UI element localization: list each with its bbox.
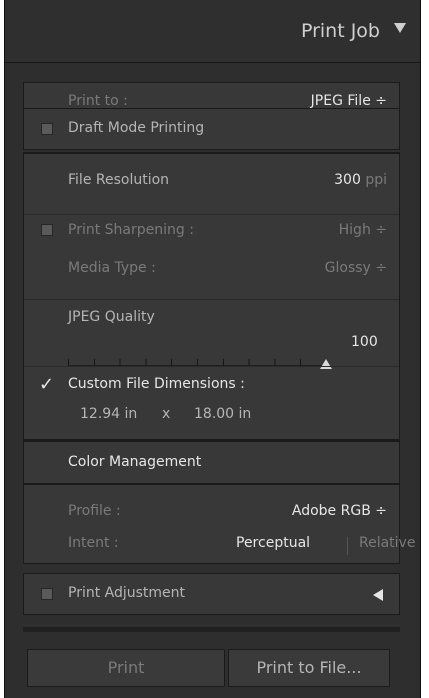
panel-title: Print Job	[300, 20, 380, 42]
jpeg-quality-value[interactable]: 100	[351, 334, 378, 350]
divider	[24, 214, 399, 215]
file-resolution-value: 300	[334, 172, 361, 188]
print-to-file-button[interactable]: Print to File...	[228, 649, 390, 687]
profile-label: Profile :	[68, 503, 121, 519]
print-button[interactable]: Print	[27, 649, 225, 687]
intent-perceptual-option[interactable]: Perceptual	[236, 535, 310, 551]
custom-dimensions-checkbox[interactable]: ✓	[39, 376, 54, 394]
custom-width-field[interactable]: 12.94 in	[80, 406, 137, 422]
jpeg-quality-row: JPEG Quality 100	[24, 307, 399, 369]
file-resolution-unit: ppi	[365, 172, 387, 188]
custom-dimensions-x: x	[162, 406, 171, 422]
profile-dropdown[interactable]: Adobe RGB ÷	[292, 503, 387, 519]
print-job-panel: Print Job Print to : JPEG File ÷ Draft M…	[4, 0, 421, 698]
intent-label: Intent :	[68, 535, 119, 551]
jpeg-quality-label: JPEG Quality	[68, 309, 155, 325]
collapse-triangle-icon[interactable]	[394, 23, 406, 33]
color-management-title: Color Management	[68, 454, 202, 470]
intent-divider	[347, 537, 348, 555]
output-settings-section: File Resolution 300 ppi Print Sharpening…	[23, 152, 400, 440]
file-resolution-label: File Resolution	[68, 172, 170, 188]
draft-mode-checkbox[interactable]	[41, 123, 53, 135]
media-type-dropdown[interactable]: Glossy ÷	[325, 260, 387, 276]
draft-mode-label: Draft Mode Printing	[68, 120, 205, 136]
file-resolution-field[interactable]: 300 ppi	[334, 172, 387, 188]
custom-dimensions-label: Custom File Dimensions :	[68, 376, 245, 392]
print-to-label: Print to :	[68, 93, 128, 109]
panel-header[interactable]: Print Job	[5, 0, 420, 63]
print-adjustment-section: Print Adjustment	[23, 573, 400, 615]
color-management-section: Profile : Adobe RGB ÷ Intent : Perceptua…	[23, 484, 415, 564]
draft-mode-section: Draft Mode Printing	[23, 108, 400, 150]
print-sharpening-checkbox[interactable]	[41, 224, 53, 236]
print-adjustment-label: Print Adjustment	[68, 585, 186, 601]
custom-height-field[interactable]: 18.00 in	[194, 406, 251, 422]
print-sharpening-dropdown[interactable]: High ÷	[339, 222, 387, 238]
expand-arrow-icon[interactable]	[373, 589, 383, 601]
print-to-dropdown[interactable]: JPEG File ÷	[311, 93, 387, 109]
divider	[24, 299, 399, 300]
media-type-label: Media Type :	[68, 260, 156, 276]
color-management-header: Color Management	[23, 440, 400, 484]
print-adjustment-checkbox[interactable]	[41, 588, 53, 600]
divider	[24, 366, 399, 367]
intent-relative-option[interactable]: Relative	[359, 535, 415, 551]
jpeg-quality-slider-thumb[interactable]	[320, 359, 332, 369]
print-sharpening-label: Print Sharpening :	[68, 222, 194, 238]
panel-end-bar	[23, 627, 400, 632]
